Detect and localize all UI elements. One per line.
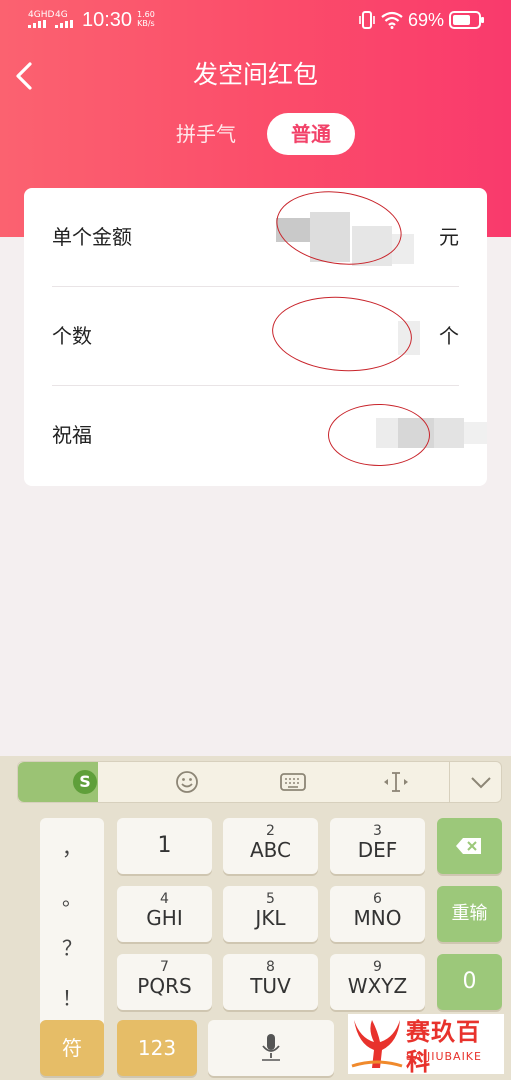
symbol-key-label: 符 [62,1036,82,1060]
count-row[interactable]: 个数 个 [24,287,487,386]
amount-unit: 元 [439,225,459,249]
key-8[interactable]: 8 TUV [223,954,318,1010]
key-2-number: 2 [266,823,275,839]
key-6-letters: MNO [353,906,402,930]
keyboard-icon[interactable] [280,770,306,794]
greeting-label: 祝福 [52,423,92,447]
key-7[interactable]: 7 PQRS [117,954,212,1010]
backspace-icon [456,838,481,854]
chevron-down-icon[interactable] [468,770,494,794]
key-6-number: 6 [373,891,382,907]
sogou-icon: S [73,770,97,794]
speed-unit: KB/s [137,19,155,28]
amount-row[interactable]: 单个金额 元 [24,183,487,287]
key-1[interactable]: 1 [117,818,212,874]
count-unit: 个 [439,324,459,348]
key-9-letters: WXYZ [347,974,408,998]
backspace-key[interactable] [437,818,502,874]
punct-exclaim[interactable]: ！ [40,982,104,1011]
network-label-4ghd: 4GHD [28,10,55,20]
key-5-letters: JKL [255,906,286,930]
battery-icon [449,11,484,29]
space-voice-key[interactable] [208,1020,334,1076]
reenter-label: 重输 [451,903,488,924]
emoji-icon[interactable] [175,770,199,794]
key-3[interactable]: 3 DEF [330,818,425,874]
status-bar: 4GHD 4G 10:30 1.60 KB/s 69% [0,0,511,40]
key-7-letters: PQRS [137,974,192,998]
mode-tabs: 拼手气 普通 [0,113,511,157]
tab-lucky[interactable]: 拼手气 [176,119,236,149]
key-6[interactable]: 6 MNO [330,886,425,942]
key-9[interactable]: 9 WXYZ [330,954,425,1010]
key-5-number: 5 [266,891,275,907]
battery-percent: 69% [408,10,445,30]
signal-icon-2 [55,20,73,28]
red-packet-form: 单个金额 元 个数 个 祝福 [24,183,487,486]
punctuation-column[interactable]: ， 。 ？ ！ [40,818,104,1028]
key-9-number: 9 [373,959,382,975]
key-3-number: 3 [373,823,382,839]
key-0-label: 0 [462,969,477,994]
toolbar-divider [449,762,450,802]
symbol-key[interactable]: 符 [40,1020,104,1076]
amount-label: 单个金额 [52,225,132,249]
key-3-letters: DEF [357,838,398,862]
key-8-letters: TUV [250,974,291,998]
greeting-row[interactable]: 祝福 [24,386,487,485]
reenter-key[interactable]: 重输 [437,886,502,942]
page-title: 发空间红包 [192,60,318,89]
vibrate-icon [359,11,375,29]
punct-question[interactable]: ？ [40,932,104,961]
key-4[interactable]: 4 GHI [117,886,212,942]
watermark: 赛玖百科 SAIJIUBAIKE [348,1014,504,1076]
punct-period[interactable]: 。 [40,882,104,911]
numeric-key[interactable]: 123 [117,1020,197,1076]
watermark-title: 赛玖百科 [406,1018,481,1076]
cursor-move-icon[interactable] [380,770,412,794]
ime-logo[interactable]: S [18,762,98,802]
key-4-letters: GHI [146,906,183,930]
key-0[interactable]: 0 [437,954,502,1010]
status-time: 10:30 [82,9,133,31]
signal-icon [28,20,46,28]
wifi-icon [381,11,403,29]
key-7-number: 7 [160,959,169,975]
key-8-number: 8 [266,959,275,975]
tab-normal[interactable]: 普通 [267,113,355,155]
key-5[interactable]: 5 JKL [223,886,318,942]
network-speed: 1.60 KB/s [137,10,155,28]
speed-value: 1.60 [137,10,155,19]
key-1-label: 1 [157,833,172,858]
key-2[interactable]: 2 ABC [223,818,318,874]
keyboard-toolbar: S [17,761,502,803]
count-label: 个数 [52,324,92,348]
annotation-circle-greeting [328,404,430,466]
numeric-key-label: 123 [137,1036,177,1060]
key-2-letters: ABC [249,838,291,862]
key-4-number: 4 [160,891,169,907]
network-label-4g: 4G [55,10,68,20]
punct-comma[interactable]: ， [40,832,104,861]
watermark-subtitle: SAIJIUBAIKE [406,1050,482,1063]
whale-tail-logo-icon [351,1020,403,1068]
microphone-icon [262,1034,280,1061]
